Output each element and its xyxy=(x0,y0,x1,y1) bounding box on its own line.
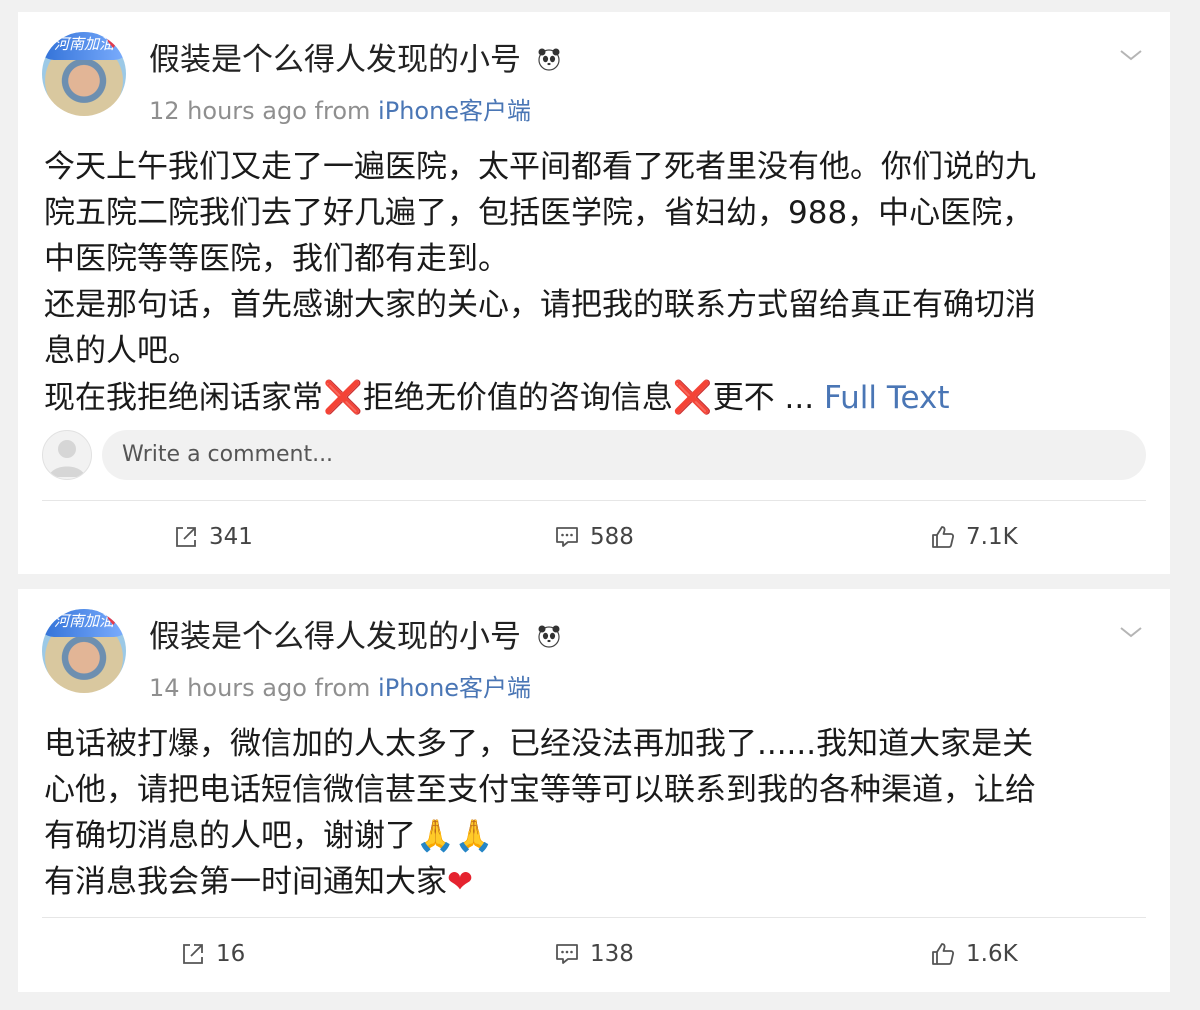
thumbs-up-icon xyxy=(932,943,955,965)
from-label: from xyxy=(314,97,371,125)
full-text-link[interactable]: Full Text xyxy=(824,380,950,416)
divider xyxy=(42,917,1146,918)
content-segment: 现在我拒绝闲话家常 xyxy=(44,380,323,416)
like-button[interactable]: 7.1K xyxy=(930,512,1018,562)
comment-count: 138 xyxy=(590,941,634,967)
username-text: 假装是个么得人发现的小号 xyxy=(149,619,521,655)
default-user-icon xyxy=(49,440,85,477)
post-content: 今天上午我们又走了一遍医院，太平间都看了死者里没有他。你们说的九 院五院二院我们… xyxy=(44,144,1146,421)
repost-icon xyxy=(183,944,203,964)
post-source[interactable]: iPhone客户端 xyxy=(378,97,531,125)
post-meta: 14 hours ago from iPhone客户端 xyxy=(149,673,531,703)
chevron-down-icon[interactable] xyxy=(1118,623,1144,641)
username[interactable]: 假装是个么得人发现的小号 xyxy=(149,40,561,80)
post-actions: 341 588 7.1K xyxy=(18,512,1170,562)
repost-count: 16 xyxy=(216,941,246,967)
content-line: 有确切消息的人吧，谢谢了🙏🙏 xyxy=(44,813,1146,859)
comment-icon xyxy=(556,944,578,964)
comment-count: 588 xyxy=(590,524,634,550)
post-meta: 12 hours ago from iPhone客户端 xyxy=(149,96,531,126)
content-segment: 有确切消息的人吧，谢谢了 xyxy=(44,818,416,854)
repost-button[interactable]: 341 xyxy=(173,512,253,562)
content-segment: 拒绝无价值的咨询信息 xyxy=(362,380,673,416)
repost-icon xyxy=(176,527,196,547)
post-time: 12 hours ago xyxy=(149,97,307,125)
content-line: 心他，请把电话短信微信甚至支付宝等等可以联系到我的各种渠道，让给 xyxy=(44,772,1036,808)
repost-count: 341 xyxy=(209,524,253,550)
user-avatar[interactable]: 河南加油 ♥ xyxy=(42,609,126,693)
panda-icon xyxy=(538,48,560,71)
from-label: from xyxy=(314,674,371,702)
content-line: 中医院等等医院，我们都有走到。 xyxy=(44,241,509,277)
content-line: 息的人吧。 xyxy=(44,333,199,369)
comment-button[interactable]: 138 xyxy=(554,929,634,979)
content-line: 今天上午我们又走了一遍医院，太平间都看了死者里没有他。你们说的九 xyxy=(44,149,1036,185)
like-count: 1.6K xyxy=(966,941,1018,967)
weibo-post-1: 河南加油 ♥ 假装是个么得人发现的小号 12 hours ago from iP… xyxy=(18,12,1170,574)
comment-icon xyxy=(556,527,578,547)
cross-mark-icon: ❌ xyxy=(323,378,363,416)
content-segment: 有消息我会第一时间通知大家 xyxy=(44,864,447,900)
red-heart-icon: ❤ xyxy=(447,864,473,900)
content-line-last: 现在我拒绝闲话家常❌拒绝无价值的咨询信息❌更不 ... Full Text xyxy=(44,374,1146,421)
content-line: 有消息我会第一时间通知大家❤ xyxy=(44,859,1146,905)
content-line: 还是那句话，首先感谢大家的关心，请把我的联系方式留给真正有确切消 xyxy=(44,287,1036,323)
heart-icon: ♥ xyxy=(106,33,121,52)
weibo-post-2: 河南加油 ♥ 假装是个么得人发现的小号 14 hours ago from iP… xyxy=(18,589,1170,992)
commenter-avatar xyxy=(42,430,92,480)
panda-icon xyxy=(538,625,560,648)
thumbs-up-icon xyxy=(932,526,955,548)
comment-row xyxy=(42,430,1146,480)
content-line: 院五院二院我们去了好几遍了，包括医学院，省妇幼，988，中心医院， xyxy=(44,195,1034,231)
cross-mark-icon: ❌ xyxy=(672,378,713,416)
like-button[interactable]: 1.6K xyxy=(930,929,1018,979)
post-content: 电话被打爆，微信加的人太多了，已经没法再加我了......我知道大家是关 心他，… xyxy=(44,721,1146,905)
comment-input[interactable] xyxy=(102,430,1146,480)
username-text: 假装是个么得人发现的小号 xyxy=(149,42,521,78)
username[interactable]: 假装是个么得人发现的小号 xyxy=(149,617,561,657)
divider xyxy=(42,500,1146,501)
repost-button[interactable]: 16 xyxy=(180,929,245,979)
chevron-down-icon[interactable] xyxy=(1118,46,1144,64)
post-source[interactable]: iPhone客户端 xyxy=(378,674,531,702)
folded-hands-icon: 🙏🙏 xyxy=(416,818,494,854)
post-actions: 16 138 1.6K xyxy=(18,929,1170,979)
content-segment: 更不 ... xyxy=(712,380,824,416)
comment-button[interactable]: 588 xyxy=(554,512,634,562)
content-line: 电话被打爆，微信加的人太多了，已经没法再加我了......我知道大家是关 xyxy=(44,726,1034,762)
post-time: 14 hours ago xyxy=(149,674,307,702)
user-avatar[interactable]: 河南加油 ♥ xyxy=(42,32,126,116)
heart-icon: ♥ xyxy=(106,610,121,629)
like-count: 7.1K xyxy=(966,524,1018,550)
